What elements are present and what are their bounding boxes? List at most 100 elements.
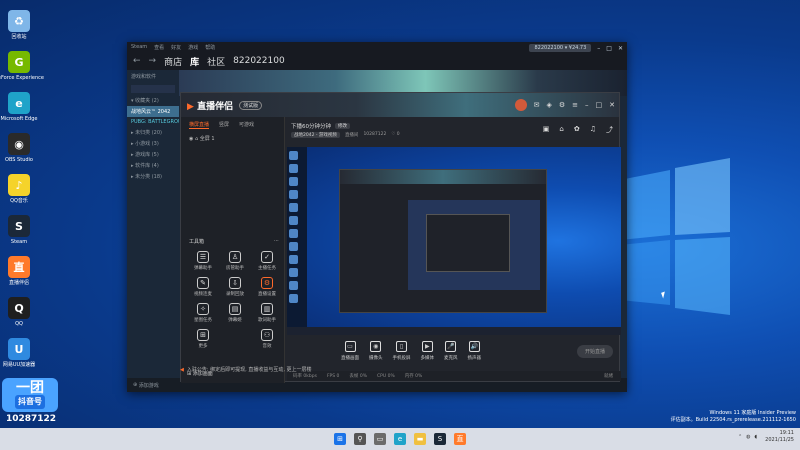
desktop-icon[interactable]: U 网易UU加速器 bbox=[2, 338, 36, 376]
desktop-icon-label: QQ音乐 bbox=[10, 198, 28, 204]
lock-icon[interactable]: ⌂ bbox=[195, 136, 198, 142]
maximize-icon[interactable]: □ bbox=[606, 45, 612, 52]
explorer-icon[interactable]: ▬ bbox=[414, 433, 426, 445]
close-icon[interactable]: ✕ bbox=[609, 101, 615, 109]
tab-portrait[interactable]: 竖屏 bbox=[219, 121, 229, 129]
desktop-icon[interactable]: ♪ QQ音乐 bbox=[2, 174, 36, 212]
stream-control[interactable]: 🎤 麦克风 bbox=[444, 341, 458, 361]
add-game-label[interactable]: 添加游戏 bbox=[139, 382, 159, 389]
forward-arrow-icon[interactable]: → bbox=[149, 56, 157, 66]
tool-item[interactable]: ⚇ 音效 bbox=[251, 329, 283, 349]
category-tag[interactable]: 战地2042 - 游戏视频 bbox=[291, 132, 340, 138]
menu-icon[interactable]: ≡ bbox=[572, 101, 578, 109]
avatar[interactable] bbox=[514, 99, 527, 111]
toolbox-title: 工具箱 bbox=[189, 239, 205, 245]
scene-item[interactable]: ◉ ⌂ 全屏 1 bbox=[181, 133, 284, 144]
steam-sidebar-item[interactable]: PUBG: BATTLEGROUNDS bbox=[127, 117, 179, 127]
announcement-text: 入驻公告: 绑定后即可提现, 直播收益与互动, 更上一层楼 bbox=[186, 367, 312, 373]
steam-tab-profile[interactable]: 822022100 bbox=[233, 56, 285, 66]
steam-taskbar-icon[interactable]: S bbox=[434, 433, 446, 445]
bell-icon[interactable]: ♫ bbox=[590, 125, 596, 135]
share-icon[interactable]: ⤴ bbox=[606, 125, 613, 135]
task-view-icon[interactable]: ▭ bbox=[374, 433, 386, 445]
steam-sidebar-item[interactable]: ▸ 小游戏 (3) bbox=[127, 138, 179, 149]
stream-control[interactable]: ◉ 摄像头 bbox=[369, 341, 383, 361]
back-arrow-icon[interactable]: ← bbox=[133, 56, 141, 66]
tab-game[interactable]: 可游戏 bbox=[239, 121, 254, 129]
desktop-icon[interactable]: Q QQ bbox=[2, 297, 36, 335]
start-icon[interactable]: ⊞ bbox=[334, 433, 346, 445]
tool-item[interactable]: ✎ 视频连麦 bbox=[187, 277, 219, 297]
gift-icon[interactable]: ✿ bbox=[574, 125, 580, 135]
screenshot-icon[interactable]: ▣ bbox=[543, 125, 550, 135]
steam-sidebar-item[interactable]: ▾ 收藏夹 (2) bbox=[127, 95, 179, 106]
steam-menu-item[interactable]: 游戏 bbox=[188, 44, 198, 51]
qq-music-icon: ♪ bbox=[8, 174, 30, 196]
room-label: 直播间 bbox=[344, 133, 359, 138]
tool-item[interactable]: ♙ 房管助手 bbox=[219, 251, 251, 271]
tool-item[interactable]: ⊞ 更多 bbox=[187, 329, 219, 349]
tool-label: 主播任务 bbox=[258, 266, 276, 271]
stream-control[interactable]: ▶ 多媒体 bbox=[421, 341, 434, 361]
steam-tab-community[interactable]: 社区 bbox=[207, 55, 225, 68]
eye-icon[interactable]: ◉ bbox=[189, 136, 193, 142]
network-icon[interactable]: ◍ bbox=[746, 434, 750, 440]
desktop-icon[interactable]: S Steam bbox=[2, 215, 36, 253]
steam-search-input[interactable] bbox=[131, 85, 175, 93]
steam-menu-item[interactable]: 查看 bbox=[154, 44, 164, 51]
minimize-icon[interactable]: – bbox=[585, 101, 589, 109]
status-bar: 码率 0kbps FPS 0 丢帧 0% CPU 0% 内存 0% 就绪 bbox=[287, 371, 621, 381]
tool-item[interactable]: ⚙ 直播设置 bbox=[251, 277, 283, 297]
clock[interactable]: 19:11 2021/11/25 bbox=[765, 430, 794, 444]
steam-user-menu[interactable]: 822022100 ▾ ¥24.73 bbox=[529, 44, 592, 52]
control-icon: ▯ bbox=[396, 341, 407, 352]
minimize-icon[interactable]: – bbox=[597, 45, 600, 52]
edge-icon[interactable]: e bbox=[394, 433, 406, 445]
close-icon[interactable]: ✕ bbox=[618, 45, 623, 52]
stream-control[interactable]: ▯ 手机投屏 bbox=[393, 341, 411, 361]
steam-sidebar-item[interactable]: 战地风云™ 2042 bbox=[127, 106, 179, 117]
desktop-icon[interactable]: ♻ 回收站 bbox=[2, 10, 36, 48]
steam-sidebar-item[interactable]: ▸ 未归类 (20) bbox=[127, 127, 179, 138]
steam-tab-library[interactable]: 库 bbox=[190, 55, 199, 68]
start-live-button[interactable]: 开始直播 bbox=[576, 345, 613, 358]
tool-icon: ✧ bbox=[197, 303, 209, 315]
tool-item[interactable]: ▤ 弹幕姬 bbox=[219, 303, 251, 323]
message-icon[interactable]: ✉ bbox=[534, 101, 540, 109]
desktop-icon[interactable]: G GeForce Experience bbox=[0, 51, 44, 89]
edit-title-button[interactable]: 修改 bbox=[335, 123, 350, 129]
desktop-icon[interactable]: ◉ OBS Studio bbox=[2, 133, 36, 171]
tab-landscape[interactable]: 横屏直播 bbox=[189, 121, 210, 129]
lock-icon[interactable]: ⌂ bbox=[559, 125, 563, 135]
desktop-icon[interactable]: 直直播伴侣 bbox=[2, 256, 36, 294]
skin-icon[interactable]: ◈ bbox=[546, 101, 551, 109]
stream-control[interactable]: 🔊 扬声器 bbox=[468, 341, 481, 361]
zhibo-left-panel: 横屏直播 竖屏 可游戏 ◉ ⌂ 全屏 1 工具箱 ⋯ ☰ 弹幕助手 ♙ 房管助手 ✓ 主播… bbox=[181, 117, 285, 383]
search-icon[interactable]: ⚲ bbox=[354, 433, 366, 445]
chevron-up-icon[interactable]: ⌃ bbox=[738, 434, 742, 440]
steam-menu-item[interactable]: 帮助 bbox=[205, 44, 215, 51]
volume-icon[interactable]: ◖ bbox=[755, 434, 758, 440]
steam-sidebar-item[interactable]: ▸ 软件库 (4) bbox=[127, 160, 179, 171]
tool-item[interactable]: ☰ 弹幕助手 bbox=[187, 251, 219, 271]
tool-item[interactable]: ✧ 星图任务 bbox=[187, 303, 219, 323]
zhibo-taskbar-icon[interactable]: 直 bbox=[454, 433, 466, 445]
desktop-icon[interactable]: e Microsoft Edge bbox=[1, 92, 37, 130]
steam-icon: S bbox=[8, 215, 30, 237]
toolbox-more-icon[interactable]: ⋯ bbox=[274, 238, 279, 245]
status-item: 码率 0kbps bbox=[293, 374, 317, 379]
steam-tab-store[interactable]: 商店 bbox=[164, 55, 182, 68]
steam-sidebar-item[interactable]: ▸ 未分类 (18) bbox=[127, 171, 179, 182]
steam-menu-item[interactable]: 好友 bbox=[171, 44, 181, 51]
tool-item[interactable]: ⇩ 录制回放 bbox=[219, 277, 251, 297]
tool-item[interactable]: ▥ 歌词助手 bbox=[251, 303, 283, 323]
maximize-icon[interactable]: □ bbox=[596, 101, 603, 109]
settings-icon[interactable]: ⚙ bbox=[559, 101, 565, 109]
control-icon: 🎤 bbox=[445, 341, 457, 352]
stream-control[interactable]: ▭ 直播画面 bbox=[341, 341, 359, 361]
steam-menu-item[interactable]: Steam bbox=[131, 44, 147, 50]
steam-sidebar-item[interactable]: ▸ 游戏库 (5) bbox=[127, 149, 179, 160]
version-badge[interactable]: 测试版 bbox=[239, 100, 263, 110]
live-preview[interactable] bbox=[287, 147, 621, 335]
tool-item[interactable]: ✓ 主播任务 bbox=[251, 251, 283, 271]
